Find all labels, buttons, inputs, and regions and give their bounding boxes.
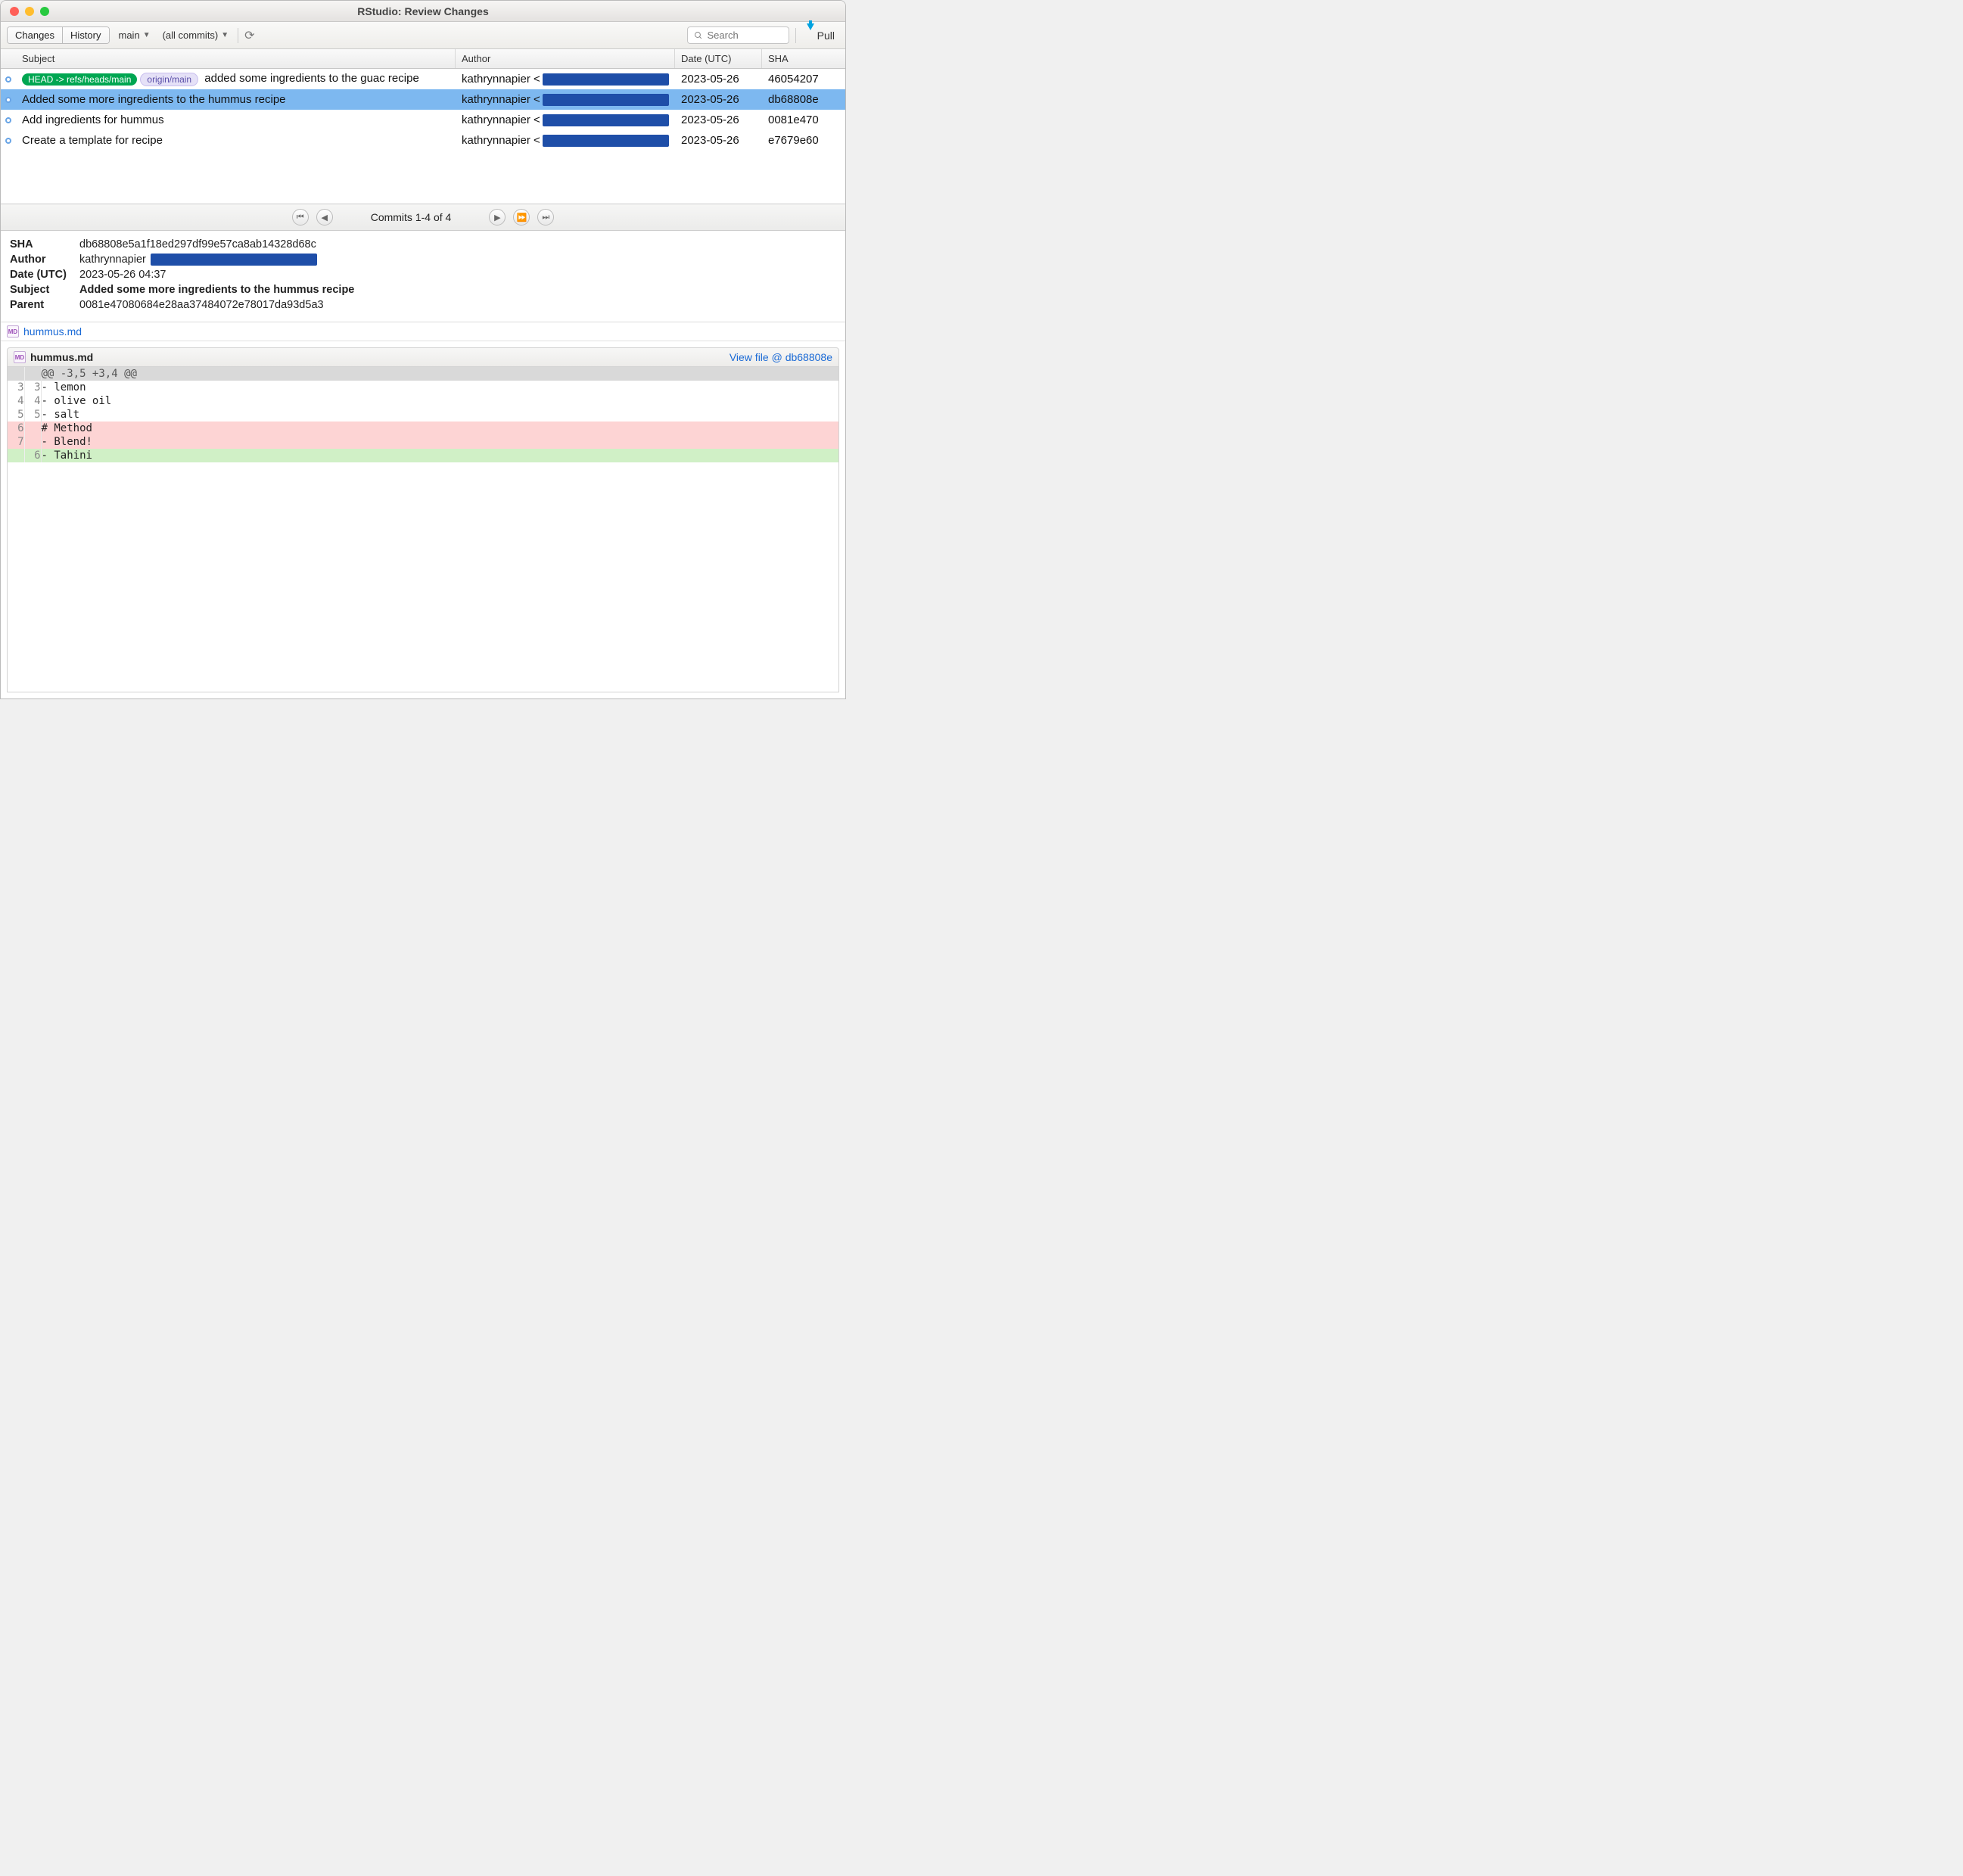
commit-subject: Create a template for recipe	[16, 134, 456, 147]
details-parent: 0081e47080684e28aa37484072e78017da93d5a3	[79, 299, 324, 311]
branch-dropdown-label: main	[119, 30, 140, 41]
diff-line: 44- olive oil	[8, 394, 838, 408]
commit-author: kathrynnapier <	[456, 73, 675, 86]
redacted-email	[543, 94, 669, 106]
markdown-icon: MD	[14, 351, 26, 363]
diff-hunk-header: @@ -3,5 +3,4 @@	[8, 367, 838, 381]
col-author[interactable]: Author	[456, 49, 675, 68]
commit-subject: Added some more ingredients to the hummu…	[16, 93, 456, 106]
label-date: Date (UTC)	[10, 269, 79, 281]
redacted-email	[543, 73, 669, 86]
search-box[interactable]	[687, 26, 789, 44]
commit-author: kathrynnapier <	[456, 93, 675, 106]
details-date: 2023-05-26 04:37	[79, 269, 166, 281]
divider	[795, 28, 796, 43]
diff-line: 33- lemon	[8, 381, 838, 394]
commit-author: kathrynnapier <	[456, 114, 675, 126]
commit-graph	[1, 117, 16, 123]
commits-list: HEAD -> refs/heads/mainorigin/main added…	[1, 69, 845, 204]
col-date[interactable]: Date (UTC)	[675, 49, 762, 68]
commit-subject: HEAD -> refs/heads/mainorigin/main added…	[16, 72, 456, 86]
label-subject: Subject	[10, 284, 79, 296]
commit-row[interactable]: Added some more ingredients to the hummu…	[1, 89, 845, 110]
scope-dropdown-label: (all commits)	[163, 30, 219, 41]
pager-last-button[interactable]: ⏭	[537, 209, 554, 226]
head-badge: HEAD -> refs/heads/main	[22, 73, 137, 86]
review-changes-window: RStudio: Review Changes Changes History …	[0, 0, 846, 699]
commit-date: 2023-05-26	[675, 114, 762, 126]
pull-button-label: Pull	[817, 30, 835, 42]
commit-date: 2023-05-26	[675, 134, 762, 147]
commit-graph	[1, 138, 16, 144]
commit-date: 2023-05-26	[675, 73, 762, 86]
chevron-down-icon: ▼	[221, 31, 229, 39]
commit-row[interactable]: Add ingredients for hummuskathrynnapier …	[1, 110, 845, 130]
diff-panel: MD hummus.md View file @ db68808e @@ -3,…	[1, 341, 845, 698]
pull-button[interactable]: Pull	[802, 30, 839, 42]
label-parent: Parent	[10, 299, 79, 311]
pager-prev-button[interactable]: ◀	[316, 209, 333, 226]
changed-file-link[interactable]: hummus.md	[23, 325, 82, 338]
tab-history[interactable]: History	[62, 27, 108, 43]
markdown-icon: MD	[7, 325, 19, 338]
toolbar: Changes History main ▼ (all commits) ▼ ⟳…	[1, 22, 845, 49]
search-icon	[694, 30, 703, 41]
label-sha: SHA	[10, 238, 79, 250]
diff-line: 6- Tahini	[8, 449, 838, 462]
diff-line: 6# Method	[8, 422, 838, 435]
diff-line: 7- Blend!	[8, 435, 838, 449]
commit-row[interactable]: HEAD -> refs/heads/mainorigin/main added…	[1, 69, 845, 89]
commits-header: Subject Author Date (UTC) SHA	[1, 49, 845, 69]
details-sha: db68808e5a1f18ed297df99e57ca8ab14328d68c	[79, 238, 316, 250]
scope-dropdown[interactable]: (all commits) ▼	[160, 27, 232, 43]
view-file-link[interactable]: View file @ db68808e	[730, 351, 832, 363]
pager-text: Commits 1-4 of 4	[371, 211, 452, 223]
changed-files-bar: MD hummus.md	[1, 322, 845, 341]
redacted-email	[543, 114, 669, 126]
commit-author: kathrynnapier <	[456, 134, 675, 147]
view-tabs: Changes History	[7, 26, 110, 44]
commit-sha: e7679e60	[762, 134, 845, 147]
redacted-email	[543, 135, 669, 147]
pull-icon	[807, 23, 814, 42]
label-author: Author	[10, 254, 79, 266]
commit-subject: Add ingredients for hummus	[16, 114, 456, 126]
titlebar: RStudio: Review Changes	[1, 1, 845, 22]
commit-date: 2023-05-26	[675, 93, 762, 106]
commit-graph	[1, 97, 16, 103]
diff-line: 55- salt	[8, 408, 838, 422]
pager: ⏮ ◀ Commits 1-4 of 4 ▶ ⏩ ⏭	[1, 204, 845, 231]
pager-first-button[interactable]: ⏮	[292, 209, 309, 226]
pager-fwd-button[interactable]: ⏩	[513, 209, 530, 226]
commit-sha: 0081e470	[762, 114, 845, 126]
commit-row[interactable]: Create a template for recipekathrynnapie…	[1, 130, 845, 151]
diff-filename: hummus.md	[30, 351, 93, 363]
remote-badge: origin/main	[140, 73, 198, 86]
commit-graph	[1, 76, 16, 82]
details-author: kathrynnapier	[79, 254, 146, 266]
chevron-down-icon: ▼	[143, 31, 151, 39]
pager-next-button[interactable]: ▶	[489, 209, 506, 226]
col-sha[interactable]: SHA	[762, 49, 845, 68]
commit-sha: db68808e	[762, 93, 845, 106]
tab-changes[interactable]: Changes	[8, 27, 62, 43]
window-title: RStudio: Review Changes	[1, 5, 845, 17]
diff-body: @@ -3,5 +3,4 @@33- lemon44- olive oil55-…	[7, 367, 839, 692]
redacted-email	[151, 254, 317, 266]
details-subject: Added some more ingredients to the hummu…	[79, 284, 354, 296]
col-subject[interactable]: Subject	[16, 49, 456, 68]
commit-details: SHA db68808e5a1f18ed297df99e57ca8ab14328…	[1, 231, 845, 322]
diff-file-header: MD hummus.md View file @ db68808e	[7, 347, 839, 367]
search-input[interactable]	[708, 30, 782, 41]
refresh-icon[interactable]: ⟳	[244, 28, 254, 43]
branch-dropdown[interactable]: main ▼	[116, 27, 154, 43]
commit-sha: 46054207	[762, 73, 845, 86]
